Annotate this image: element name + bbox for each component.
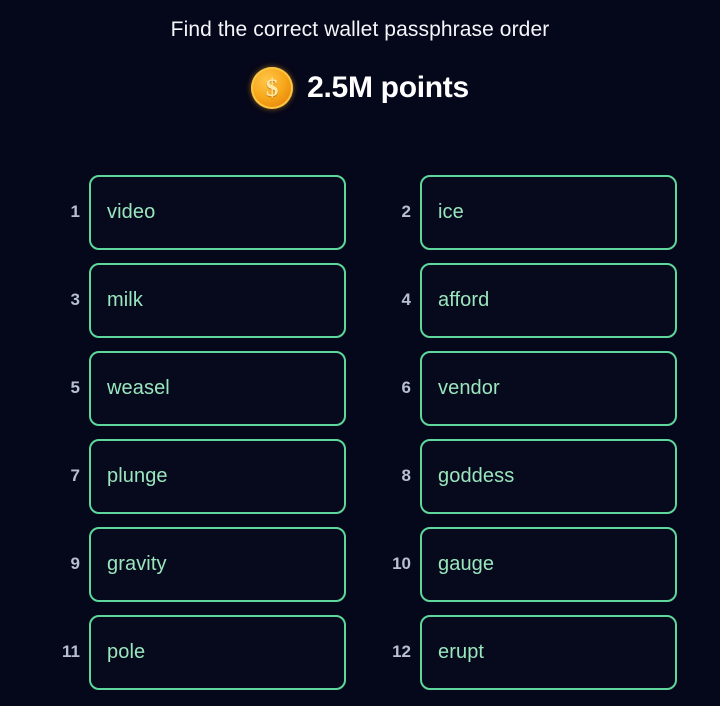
passphrase-order-screen: Find the correct wallet passphrase order… <box>0 0 720 706</box>
dollar-coin-icon: $ <box>251 67 294 109</box>
word-text: weasel <box>107 376 170 399</box>
word-cell: 2 ice <box>360 168 720 256</box>
points-banner: $ 2.5M points <box>0 62 720 114</box>
word-cell: 11 pole <box>0 608 360 696</box>
word-box-12[interactable]: erupt <box>420 614 677 690</box>
word-index: 4 <box>401 290 411 309</box>
word-box-9[interactable]: gravity <box>89 526 346 602</box>
word-text: video <box>107 200 156 223</box>
word-text: ice <box>438 200 464 223</box>
word-row: 9 gravity 10 gauge <box>0 520 720 608</box>
word-row: 11 pole 12 erupt <box>0 608 720 696</box>
word-row: 3 milk 4 afford <box>0 256 720 344</box>
word-text: afford <box>438 288 490 311</box>
word-cell: 4 afford <box>360 256 720 344</box>
passphrase-word-grid: 1 video 2 ice 3 milk 4 afford 5 weasel 6… <box>0 168 720 696</box>
word-row: 1 video 2 ice <box>0 168 720 256</box>
word-text: gauge <box>438 552 495 575</box>
word-text: goddess <box>438 464 515 487</box>
word-cell: 8 goddess <box>360 432 720 520</box>
word-text: erupt <box>438 640 485 663</box>
word-cell: 12 erupt <box>360 608 720 696</box>
word-index: 6 <box>401 378 411 397</box>
word-index: 11 <box>62 642 80 661</box>
word-cell: 10 gauge <box>360 520 720 608</box>
word-row: 5 weasel 6 vendor <box>0 344 720 432</box>
word-index: 5 <box>70 378 80 397</box>
word-box-2[interactable]: ice <box>420 174 677 250</box>
word-cell: 6 vendor <box>360 344 720 432</box>
word-index: 7 <box>70 466 80 485</box>
word-index: 3 <box>70 290 80 309</box>
word-box-4[interactable]: afford <box>420 262 677 338</box>
word-box-11[interactable]: pole <box>89 614 346 690</box>
word-index: 8 <box>401 466 411 485</box>
word-box-1[interactable]: video <box>89 174 346 250</box>
word-text: vendor <box>438 376 500 399</box>
points-label: 2.5M points <box>307 71 469 104</box>
dollar-sign-glyph: $ <box>265 74 279 102</box>
word-box-5[interactable]: weasel <box>89 350 346 426</box>
word-index: 12 <box>392 642 411 661</box>
word-box-10[interactable]: gauge <box>420 526 677 602</box>
word-box-8[interactable]: goddess <box>420 438 677 514</box>
word-box-6[interactable]: vendor <box>420 350 677 426</box>
word-cell: 7 plunge <box>0 432 360 520</box>
word-cell: 9 gravity <box>0 520 360 608</box>
word-text: pole <box>107 640 146 663</box>
word-text: plunge <box>107 464 168 487</box>
word-box-3[interactable]: milk <box>89 262 346 338</box>
word-text: gravity <box>107 552 167 575</box>
page-title: Find the correct wallet passphrase order <box>170 18 550 41</box>
word-index: 10 <box>392 554 411 573</box>
word-row: 7 plunge 8 goddess <box>0 432 720 520</box>
word-cell: 3 milk <box>0 256 360 344</box>
word-index: 9 <box>70 554 80 573</box>
word-cell: 1 video <box>0 168 360 256</box>
word-index: 2 <box>401 202 411 221</box>
word-box-7[interactable]: plunge <box>89 438 346 514</box>
word-index: 1 <box>70 202 80 221</box>
word-cell: 5 weasel <box>0 344 360 432</box>
word-text: milk <box>107 288 143 311</box>
